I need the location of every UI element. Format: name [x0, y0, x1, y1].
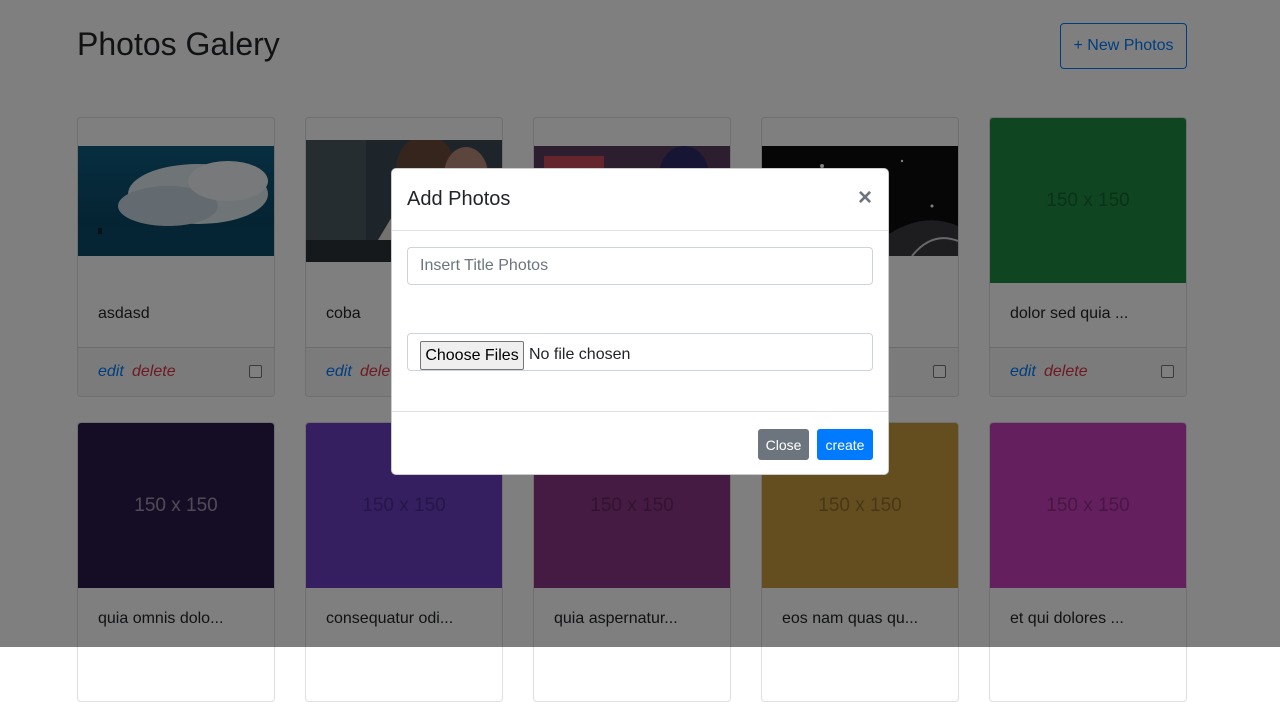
photo-title-input[interactable] [407, 247, 873, 285]
file-status-text: No file chosen [529, 346, 631, 363]
create-button[interactable]: create [817, 429, 873, 460]
close-button[interactable]: Close [758, 429, 809, 460]
add-photos-modal: Add Photos × Choose Files No file chosen… [391, 168, 889, 475]
modal-header: Add Photos × [392, 169, 888, 231]
modal-footer: Close create [392, 411, 888, 474]
modal-title: Add Photos [407, 188, 511, 210]
file-upload-field: Choose Files No file chosen [407, 333, 873, 371]
close-icon[interactable]: × [858, 183, 872, 213]
choose-files-button[interactable]: Choose Files [420, 341, 524, 370]
